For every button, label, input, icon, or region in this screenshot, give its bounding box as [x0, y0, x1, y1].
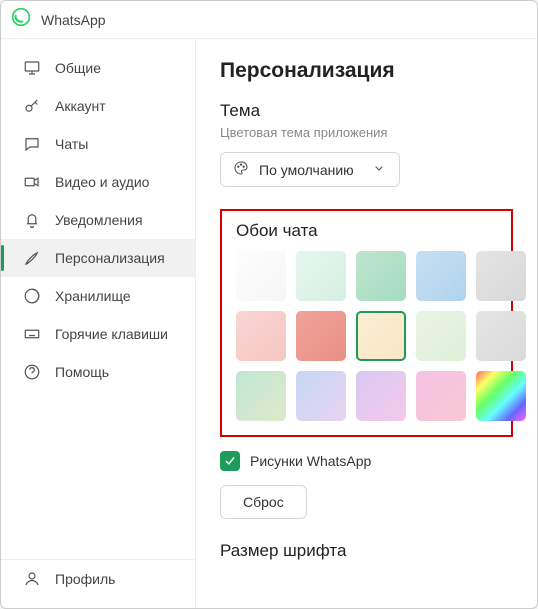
sidebar-item-label: Помощь [55, 364, 109, 380]
wallpaper-swatch[interactable] [236, 371, 286, 421]
sidebar-item-notifications[interactable]: Уведомления [1, 201, 195, 239]
doodles-label: Рисунки WhatsApp [250, 453, 371, 469]
profile-icon [23, 570, 41, 588]
sidebar-item-label: Чаты [55, 136, 88, 152]
sidebar-item-label: Хранилище [55, 288, 131, 304]
sidebar-items: Общие Аккаунт Чаты Видео и аудио Уведомл [1, 49, 195, 553]
sidebar-item-shortcuts[interactable]: Горячие клавиши [1, 315, 195, 353]
doodles-row: Рисунки WhatsApp [220, 451, 513, 471]
wallpaper-swatch[interactable] [236, 251, 286, 301]
sidebar-item-label: Аккаунт [55, 98, 106, 114]
body: Общие Аккаунт Чаты Видео и аудио Уведомл [1, 39, 537, 608]
wallpaper-section: Обои чата Рисунки WhatsApp Сброс [220, 209, 513, 519]
monitor-icon [23, 59, 41, 77]
font-title: Размер шрифта [220, 541, 513, 561]
wallpaper-highlight-box: Обои чата [220, 209, 513, 437]
sidebar-footer: Профиль [1, 559, 195, 598]
theme-subtitle: Цветовая тема приложения [220, 125, 513, 140]
doodles-checkbox[interactable] [220, 451, 240, 471]
wallpaper-swatch[interactable] [416, 371, 466, 421]
whatsapp-logo-icon [11, 7, 31, 32]
content: Персонализация Тема Цветовая тема прилож… [196, 39, 537, 608]
font-section: Размер шрифта [220, 541, 513, 561]
key-icon [23, 97, 41, 115]
storage-icon [23, 287, 41, 305]
wallpaper-swatch[interactable] [476, 311, 526, 361]
wallpaper-swatch[interactable] [296, 311, 346, 361]
sidebar-item-label: Профиль [55, 571, 115, 587]
sidebar-item-chats[interactable]: Чаты [1, 125, 195, 163]
video-icon [23, 173, 41, 191]
keyboard-icon [23, 325, 41, 343]
titlebar: WhatsApp [1, 1, 537, 39]
wallpaper-swatch[interactable] [296, 371, 346, 421]
theme-section: Тема Цветовая тема приложения По умолчан… [220, 101, 513, 187]
theme-select[interactable]: По умолчанию [220, 152, 400, 187]
reset-button-label: Сброс [243, 494, 284, 510]
sidebar-item-label: Персонализация [55, 250, 165, 266]
wallpaper-swatch[interactable] [476, 251, 526, 301]
reset-button[interactable]: Сброс [220, 485, 307, 519]
sidebar: Общие Аккаунт Чаты Видео и аудио Уведомл [1, 39, 196, 608]
sidebar-item-personalization[interactable]: Персонализация [1, 239, 195, 277]
sidebar-item-general[interactable]: Общие [1, 49, 195, 87]
palette-icon [233, 160, 249, 179]
chat-icon [23, 135, 41, 153]
brush-icon [23, 249, 41, 267]
wallpaper-swatch[interactable] [356, 311, 406, 361]
sidebar-item-label: Горячие клавиши [55, 326, 168, 342]
app-title: WhatsApp [41, 12, 106, 28]
chevron-down-icon [371, 160, 387, 179]
help-icon [23, 363, 41, 381]
wallpaper-swatch[interactable] [416, 251, 466, 301]
sidebar-item-label: Общие [55, 60, 101, 76]
wallpaper-swatch[interactable] [356, 371, 406, 421]
wallpaper-swatch[interactable] [356, 251, 406, 301]
sidebar-item-account[interactable]: Аккаунт [1, 87, 195, 125]
sidebar-item-video-audio[interactable]: Видео и аудио [1, 163, 195, 201]
sidebar-item-label: Уведомления [55, 212, 143, 228]
sidebar-item-storage[interactable]: Хранилище [1, 277, 195, 315]
sidebar-item-help[interactable]: Помощь [1, 353, 195, 391]
page-title: Персонализация [220, 59, 513, 83]
wallpaper-swatch[interactable] [416, 311, 466, 361]
wallpaper-title: Обои чата [236, 221, 497, 241]
sidebar-item-label: Видео и аудио [55, 174, 149, 190]
sidebar-item-profile[interactable]: Профиль [1, 560, 195, 598]
wallpaper-swatches [236, 251, 497, 421]
settings-window: WhatsApp Общие Аккаунт Чаты Вид [0, 0, 538, 609]
bell-icon [23, 211, 41, 229]
wallpaper-swatch[interactable] [476, 371, 526, 421]
theme-title: Тема [220, 101, 513, 121]
wallpaper-swatch[interactable] [236, 311, 286, 361]
theme-selected-value: По умолчанию [259, 162, 354, 178]
wallpaper-swatch[interactable] [296, 251, 346, 301]
